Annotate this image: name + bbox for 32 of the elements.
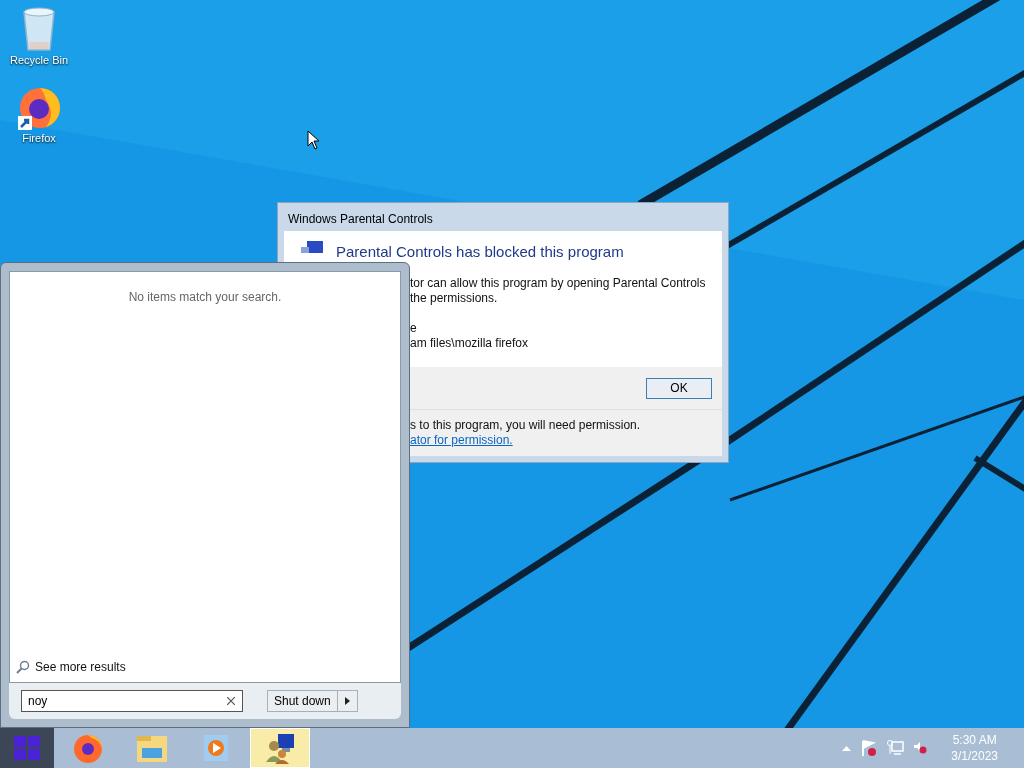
shut-down-button[interactable]: Shut down <box>267 690 338 712</box>
arrow-icon <box>344 697 350 705</box>
flag-icon[interactable] <box>861 739 878 757</box>
clock-time: 5:30 AM <box>952 732 997 748</box>
desktop-icon-label: Firefox <box>22 132 56 144</box>
start-button[interactable] <box>0 728 54 768</box>
firefox-icon <box>72 732 104 764</box>
no-results-message: No items match your search. <box>128 290 282 304</box>
mouse-pointer-icon <box>307 130 320 150</box>
shut-down-options-button[interactable] <box>337 690 358 712</box>
message-text: tor can allow this program by opening Parental Controls <box>410 276 707 291</box>
detail-text: am files\mozilla firefox <box>410 336 530 351</box>
search-icon <box>16 660 30 674</box>
permission-link[interactable]: ator for permission. <box>410 433 513 448</box>
detail-text: e <box>410 321 418 336</box>
clear-icon[interactable] <box>227 697 235 705</box>
taskbar-button[interactable] <box>250 728 310 768</box>
windows-logo-icon <box>14 736 40 760</box>
clock-date: 3/1/2023 <box>951 748 998 764</box>
monitor-icon <box>301 241 323 253</box>
users-computer-icon <box>264 732 296 764</box>
window-title: Windows Parental Controls <box>287 211 434 228</box>
ok-button[interactable]: OK <box>646 377 712 399</box>
search-field[interactable]: noy <box>21 690 243 712</box>
message-text: the permissions. <box>410 291 499 306</box>
recycle-bin-icon[interactable] <box>20 6 58 52</box>
speaker-muted-icon[interactable] <box>914 742 928 754</box>
footer-text: s to this program, you will need permission. <box>410 418 641 433</box>
media-player-icon <box>203 734 229 762</box>
desktop-icon-label: Recycle Bin <box>9 54 69 66</box>
see-more-results-link[interactable]: See more results <box>16 660 126 674</box>
dialog-heading: Parental Controls has blocked this program <box>336 243 624 260</box>
